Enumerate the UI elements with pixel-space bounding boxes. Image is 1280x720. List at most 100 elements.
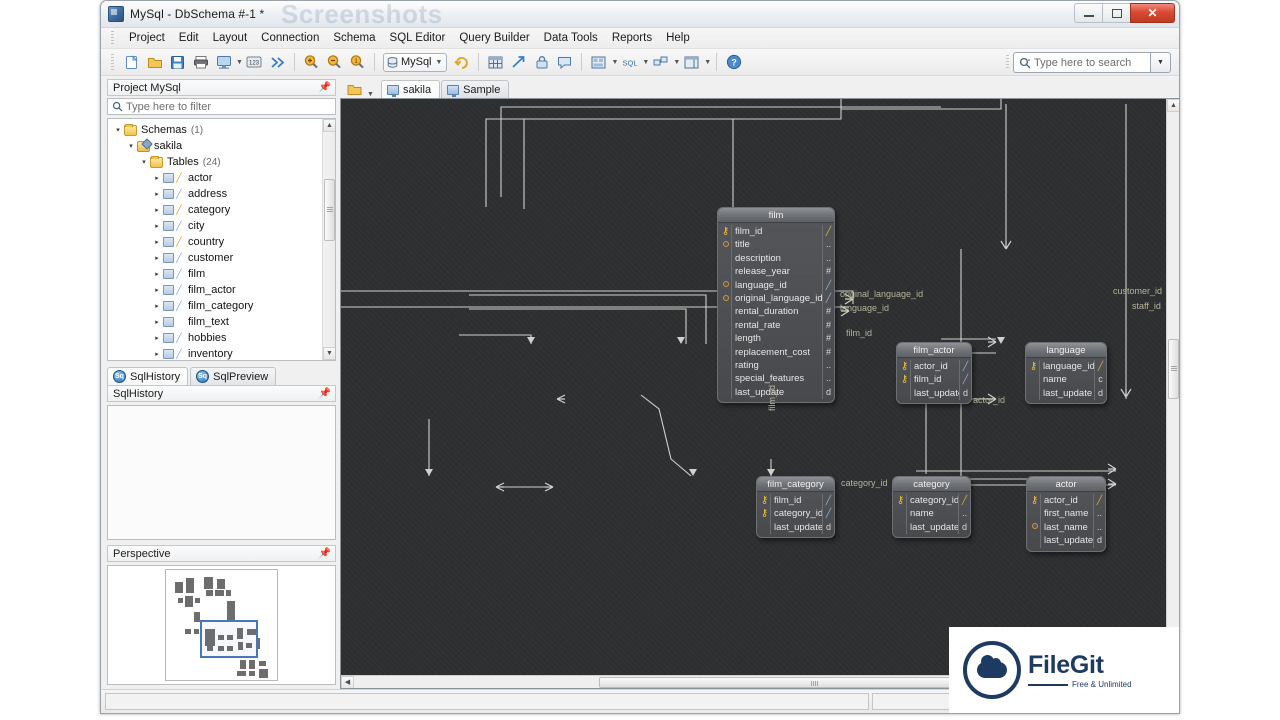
er-table-category[interactable]: category ⚷ category_id ╱ name.. last_update d	[892, 476, 971, 539]
tree-twisty-icon[interactable]: ▸	[151, 174, 163, 182]
menu-help[interactable]: Help	[659, 30, 697, 46]
tree-node-category[interactable]: ▸ ╱ category	[108, 202, 335, 218]
er-column-row[interactable]: description..	[718, 251, 834, 266]
tree-scroll-thumb[interactable]	[324, 179, 335, 241]
menu-reports[interactable]: Reports	[605, 30, 659, 46]
fast-forward-icon[interactable]	[267, 52, 288, 73]
pin-icon-3[interactable]: 📌	[319, 548, 331, 559]
er-column-row[interactable]: ⚷ film_id ╱	[757, 494, 834, 508]
close-button[interactable]: ✕	[1130, 3, 1175, 23]
columns-caret[interactable]: ▼	[704, 59, 711, 66]
er-column-row[interactable]: special_features..	[718, 372, 834, 386]
database-type-combo[interactable]: MySql ▼	[382, 52, 448, 72]
er-table-header[interactable]: category	[893, 477, 970, 492]
canvas-vscroll-thumb[interactable]	[1168, 339, 1179, 399]
zoom-out-icon[interactable]	[324, 52, 345, 73]
pin-icon[interactable]: 📌	[319, 82, 331, 93]
er-table-language[interactable]: language ⚷ language_id ╱ name c last_update d	[1025, 342, 1107, 405]
connect-monitor-icon[interactable]	[213, 52, 234, 73]
tree-node-inventory[interactable]: ▸ ╱ inventory	[108, 346, 335, 360]
relation-arrow-icon[interactable]	[508, 52, 529, 73]
tree-node-Tables[interactable]: ▾ Tables (24)	[108, 154, 335, 170]
tree-scrollbar[interactable]: ▲ ▼	[322, 119, 335, 360]
menu-project[interactable]: Project	[122, 30, 172, 46]
layout-caret[interactable]: ▼	[611, 59, 618, 66]
er-column-row[interactable]: rental_rate #	[718, 318, 834, 333]
columns-icon[interactable]	[681, 52, 702, 73]
er-table-header[interactable]: language	[1026, 343, 1106, 358]
new-file-icon[interactable]	[121, 52, 142, 73]
tree-twisty-icon[interactable]: ▾	[112, 126, 124, 134]
er-column-row[interactable]: ⚷ film_id ╱	[718, 225, 834, 239]
er-column-row[interactable]: ⚷ category_id ╱	[893, 494, 970, 508]
tree-twisty-icon[interactable]: ▸	[151, 222, 163, 230]
er-column-row[interactable]: name..	[893, 507, 970, 521]
sql-icon[interactable]: SQL	[619, 52, 640, 73]
chevron-down-icon[interactable]: ▼	[367, 91, 374, 98]
tree-node-film-category[interactable]: ▸ ╱ film_category	[108, 298, 335, 314]
menu-connection[interactable]: Connection	[254, 30, 326, 46]
tab-sample[interactable]: Sample	[441, 80, 510, 98]
er-column-row[interactable]: title..	[718, 238, 834, 252]
zoom-actual-icon[interactable]: 1	[347, 52, 368, 73]
er-column-row[interactable]: original_language_id ╱	[718, 291, 834, 306]
help-icon[interactable]: ?	[723, 52, 744, 73]
schema-tree[interactable]: ▾ Schemas (1) ▾ sakila ▾ Tables (24) ▸ ╱ actor ▸ ╱ ad…	[107, 118, 336, 361]
minimize-button[interactable]	[1074, 3, 1103, 23]
tree-node-Schemas[interactable]: ▾ Schemas (1)	[108, 122, 335, 138]
er-column-row[interactable]: length #	[718, 332, 834, 346]
tree-twisty-icon[interactable]: ▸	[151, 254, 163, 262]
er-column-row[interactable]: ⚷ actor_id ╱	[1027, 494, 1105, 508]
pin-icon-2[interactable]: 📌	[319, 388, 331, 399]
er-table-header[interactable]: film_actor	[897, 343, 971, 358]
er-column-row[interactable]: last_update d	[897, 386, 971, 401]
tree-twisty-icon[interactable]: ▸	[151, 350, 163, 358]
tree-node-film-actor[interactable]: ▸ ╱ film_actor	[108, 282, 335, 298]
layout-icon[interactable]	[588, 52, 609, 73]
tree-node-film-text[interactable]: ▸ film_text	[108, 314, 335, 330]
menu-data-tools[interactable]: Data Tools	[537, 30, 605, 46]
er-table-header[interactable]: actor	[1027, 477, 1105, 492]
er-column-row[interactable]: last_name..	[1027, 520, 1105, 535]
er-table-film-category[interactable]: film_category ⚷ film_id ╱ ⚷ category_id ╱ last_…	[756, 476, 835, 539]
tree-scroll-down[interactable]: ▼	[323, 347, 335, 360]
folder-icon[interactable]	[345, 81, 365, 98]
menu-layout[interactable]: Layout	[206, 30, 255, 46]
comment-icon[interactable]	[554, 52, 575, 73]
tab-sqlhistory[interactable]: Sq SqlHistory	[107, 367, 189, 385]
er-table-film-actor[interactable]: film_actor ⚷ actor_id ╱ ⚷ film_id ╱ last_update…	[896, 342, 972, 405]
er-column-row[interactable]: rating..	[718, 358, 834, 373]
er-column-row[interactable]: first_name..	[1027, 507, 1105, 521]
tree-node-city[interactable]: ▸ ╱ city	[108, 218, 335, 234]
er-column-row[interactable]: replacement_cost #	[718, 345, 834, 359]
tree-twisty-icon[interactable]: ▸	[151, 334, 163, 342]
er-column-row[interactable]: last_update d	[1026, 386, 1106, 401]
menu-sql-editor[interactable]: SQL Editor	[383, 30, 453, 46]
er-column-row[interactable]: name c	[1026, 373, 1106, 387]
tree-node-actor[interactable]: ▸ ╱ actor	[108, 170, 335, 186]
er-table-header[interactable]: film_category	[757, 477, 834, 492]
er-column-row[interactable]: release_year #	[718, 265, 834, 279]
tree-node-address[interactable]: ▸ ╱ address	[108, 186, 335, 202]
tree-twisty-icon[interactable]: ▸	[151, 270, 163, 278]
er-column-row[interactable]: ⚷ actor_id ╱	[897, 360, 971, 374]
er-column-row[interactable]: last_update d	[718, 385, 834, 400]
tree-node-customer[interactable]: ▸ ╱ customer	[108, 250, 335, 266]
er-column-row[interactable]: last_update d	[893, 520, 970, 535]
refresh-icon[interactable]	[451, 52, 472, 73]
er-column-row[interactable]: rental_duration #	[718, 305, 834, 319]
search-input[interactable]: Type here to search	[1013, 52, 1150, 73]
tree-twisty-icon[interactable]: ▾	[138, 158, 150, 166]
tree-twisty-icon[interactable]: ▸	[151, 318, 163, 326]
minimap[interactable]	[165, 569, 278, 681]
menu-edit[interactable]: Edit	[172, 30, 206, 46]
er-table-film[interactable]: film ⚷ film_id ╱ title.. description.. release…	[717, 207, 835, 404]
filter-input[interactable]: Type here to filter	[107, 98, 336, 115]
connect-dropdown-caret[interactable]: ▼	[236, 59, 243, 66]
tree-node-hobbies[interactable]: ▸ ╱ hobbies	[108, 330, 335, 346]
perspective-panel[interactable]	[107, 565, 336, 685]
tree-node-country[interactable]: ▸ ╱ country	[108, 234, 335, 250]
diagram-caret[interactable]: ▼	[673, 59, 680, 66]
er-column-row[interactable]: ⚷ language_id ╱	[1026, 360, 1106, 374]
grid-table-icon[interactable]	[485, 52, 506, 73]
